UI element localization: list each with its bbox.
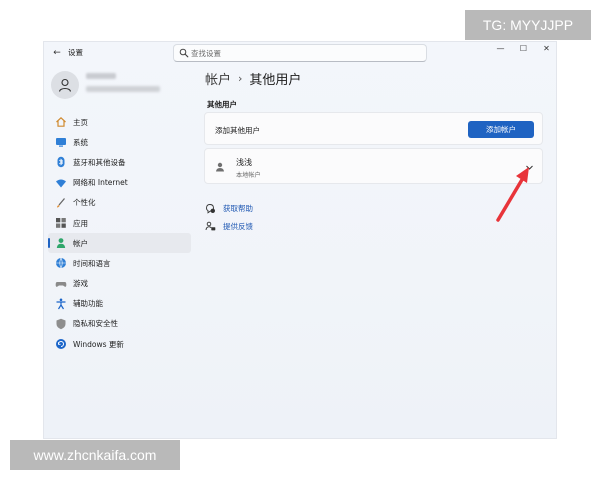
help-icon <box>206 203 215 214</box>
profile-email-blurred <box>86 86 160 92</box>
person-icon <box>58 78 72 92</box>
sidebar-item-label: 辅助功能 <box>73 299 103 309</box>
active-indicator <box>48 238 50 249</box>
sidebar-item-accounts[interactable]: 帐户 <box>48 233 191 254</box>
watermark-top: TG: MYYJJPP <box>465 10 591 40</box>
home-icon <box>56 117 66 127</box>
annotation-arrow <box>496 167 529 222</box>
breadcrumb-parent[interactable]: 帐户 <box>205 69 231 88</box>
user-account-type: 本地帐户 <box>236 172 261 179</box>
user-card[interactable]: 浅浅 本地帐户 <box>204 148 543 184</box>
sidebar-item-label: 主页 <box>73 117 88 127</box>
watermark-bottom: www.zhcnkaifa.com <box>10 440 180 470</box>
sidebar-item-label: 网络和 Internet <box>73 178 128 188</box>
search-box[interactable] <box>173 44 427 62</box>
search-icon <box>179 48 189 58</box>
network-icon <box>56 179 66 188</box>
sidebar-item-label: 个性化 <box>73 198 96 208</box>
profile-name-blurred <box>86 73 116 79</box>
app-title: 设置 <box>68 48 83 57</box>
sidebar-item-label: 系统 <box>73 137 88 147</box>
sidebar-item-apps[interactable]: 应用 <box>48 213 191 233</box>
apps-icon <box>56 218 66 228</box>
get-help-link[interactable]: 获取帮助 <box>205 199 253 217</box>
sidebar-item-label: 帐户 <box>73 238 88 248</box>
sidebar-item-label: Windows 更新 <box>73 339 124 349</box>
settings-window: ← 设置 — ☐ ✕ <box>43 41 557 439</box>
add-other-user-label: 添加其他用户 <box>215 126 260 135</box>
sidebar-item-time-language[interactable]: 时间和语言 <box>48 253 191 273</box>
sidebar-item-accessibility[interactable]: 辅助功能 <box>48 294 191 314</box>
sidebar-item-label: 游戏 <box>73 279 88 289</box>
sidebar-item-personalization[interactable]: 个性化 <box>48 193 191 213</box>
maximize-button[interactable]: ☐ <box>512 42 535 56</box>
sidebar-item-label: 应用 <box>73 218 88 228</box>
update-icon <box>56 339 66 350</box>
system-icon <box>56 138 66 147</box>
window-controls: — ☐ ✕ <box>489 42 556 56</box>
add-other-user-card: 添加其他用户 添加帐户 <box>204 112 543 145</box>
sidebar-item-label: 隐私和安全性 <box>73 319 118 329</box>
globe-icon <box>56 258 66 269</box>
give-feedback-label: 提供反馈 <box>223 221 253 231</box>
avatar[interactable] <box>51 71 79 99</box>
close-button[interactable]: ✕ <box>535 42 556 56</box>
sidebar-item-label: 蓝牙和其他设备 <box>73 157 126 167</box>
sidebar-item-windows-update[interactable]: Windows 更新 <box>48 334 191 354</box>
account-icon <box>56 238 66 249</box>
sidebar-item-gaming[interactable]: 游戏 <box>48 274 191 294</box>
gamepad-icon <box>55 281 67 287</box>
brush-icon <box>57 197 65 208</box>
minimize-button[interactable]: — <box>489 42 512 56</box>
help-links: 获取帮助 提供反馈 <box>205 199 253 235</box>
sidebar-item-label: 时间和语言 <box>73 258 111 268</box>
page: ← 设置 — ☐ ✕ <box>0 0 600 480</box>
feedback-icon <box>205 221 216 230</box>
sidebar-item-network[interactable]: 网络和 Internet <box>48 173 191 193</box>
bluetooth-icon <box>57 157 65 168</box>
back-button[interactable]: ← <box>50 46 64 60</box>
sidebar-item-bluetooth[interactable]: 蓝牙和其他设备 <box>48 152 191 172</box>
sidebar-item-home[interactable]: 主页 <box>48 112 191 132</box>
shield-icon <box>56 318 66 330</box>
sidebar-item-privacy-security[interactable]: 隐私和安全性 <box>48 314 191 334</box>
get-help-label: 获取帮助 <box>223 203 253 213</box>
breadcrumb: 帐户 › 其他用户 <box>205 69 301 88</box>
title-bar: ← 设置 — ☐ ✕ <box>44 42 556 64</box>
search-input[interactable] <box>191 46 421 60</box>
user-icon <box>216 162 224 172</box>
accessibility-icon <box>56 298 66 310</box>
sidebar-nav: 主页 系统 蓝牙和其他设备 网络和 Internet 个性化 应用 帐户 时间和… <box>48 112 191 354</box>
page-title: 其他用户 <box>249 73 302 88</box>
user-name: 浅浅 <box>236 158 252 167</box>
add-account-button[interactable]: 添加帐户 <box>468 121 534 138</box>
breadcrumb-separator: › <box>238 72 243 85</box>
section-title: 其他用户 <box>207 100 237 109</box>
sidebar-item-system[interactable]: 系统 <box>48 132 191 152</box>
give-feedback-link[interactable]: 提供反馈 <box>205 217 253 235</box>
